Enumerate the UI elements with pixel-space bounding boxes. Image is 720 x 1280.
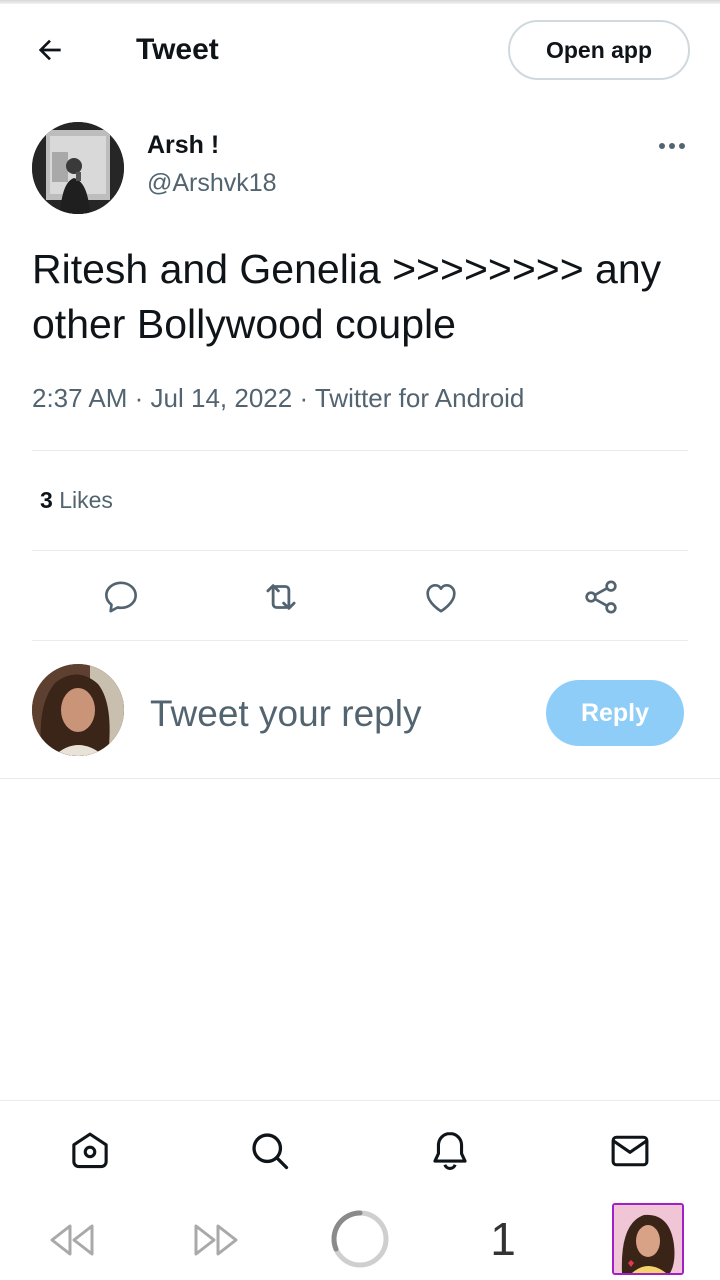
heart-icon — [426, 584, 456, 613]
profile-thumbnail-photo — [614, 1205, 682, 1273]
browser-profile-button[interactable] — [612, 1203, 684, 1275]
user-avatar-photo — [32, 664, 124, 756]
back-button[interactable] — [28, 30, 72, 70]
comment-icon — [105, 581, 138, 613]
section-divider — [0, 778, 720, 779]
nav-home[interactable] — [68, 1129, 112, 1173]
author-avatar[interactable] — [32, 122, 124, 214]
mail-icon — [611, 1135, 649, 1167]
browser-reload-button[interactable] — [328, 1207, 392, 1271]
loading-spinner-icon — [331, 1210, 389, 1268]
likes-label: Likes — [59, 487, 113, 513]
tweet-time[interactable]: 2:37 AM — [32, 383, 127, 413]
browser-forward-button[interactable] — [188, 1215, 244, 1265]
tweet-text: Ritesh and Genelia >>>>>>>> any other Bo… — [32, 246, 662, 347]
retweet-action-button[interactable] — [256, 572, 306, 622]
meta-separator: · — [299, 383, 315, 413]
more-horizontal-icon — [659, 143, 685, 149]
share-icon — [585, 580, 617, 614]
tweet-meta: 2:37 AM · Jul 14, 2022 · Twitter for And… — [32, 380, 524, 416]
status-shadow — [0, 0, 720, 4]
more-button[interactable] — [650, 132, 694, 160]
user-avatar[interactable] — [32, 664, 124, 756]
nav-notifications[interactable] — [428, 1129, 472, 1173]
rewind-icon — [50, 1224, 94, 1256]
meta-separator: · — [134, 383, 151, 413]
fast-forward-icon — [194, 1224, 238, 1256]
retweet-icon — [266, 584, 296, 610]
bottom-nav — [0, 1101, 720, 1199]
browser-bar: 1 — [0, 1199, 720, 1280]
tweet-source[interactable]: Twitter for Android — [315, 383, 525, 413]
bell-icon — [433, 1132, 467, 1170]
tweet-actions — [32, 566, 688, 626]
author-avatar-photo — [32, 122, 124, 214]
home-icon — [72, 1132, 108, 1169]
divider — [32, 550, 688, 551]
profile-thumbnail — [612, 1203, 684, 1275]
likes-stat[interactable]: 3 Likes — [40, 484, 113, 516]
top-bar: Tweet Open app — [0, 6, 720, 94]
nav-messages[interactable] — [608, 1129, 652, 1173]
search-icon — [252, 1133, 289, 1170]
divider — [32, 450, 688, 451]
likes-count: 3 — [40, 487, 53, 513]
like-action-button[interactable] — [416, 572, 466, 622]
divider — [32, 640, 688, 641]
author-handle[interactable]: @Arshvk18 — [147, 166, 277, 200]
nav-search[interactable] — [248, 1129, 292, 1173]
page-title: Tweet — [136, 33, 219, 66]
share-action-button[interactable] — [576, 572, 626, 622]
tab-count: 1 — [490, 1213, 516, 1265]
arrow-left-icon — [38, 39, 61, 61]
reply-input[interactable]: Tweet your reply — [150, 690, 421, 738]
reply-button[interactable]: Reply — [546, 680, 684, 746]
reply-action-button[interactable] — [96, 572, 146, 622]
tab-count-button[interactable]: 1 — [478, 1211, 528, 1267]
open-app-button[interactable]: Open app — [508, 20, 690, 80]
browser-back-button[interactable] — [44, 1215, 100, 1265]
author-name[interactable]: Arsh ! — [147, 128, 219, 162]
tweet-date[interactable]: Jul 14, 2022 — [151, 383, 293, 413]
